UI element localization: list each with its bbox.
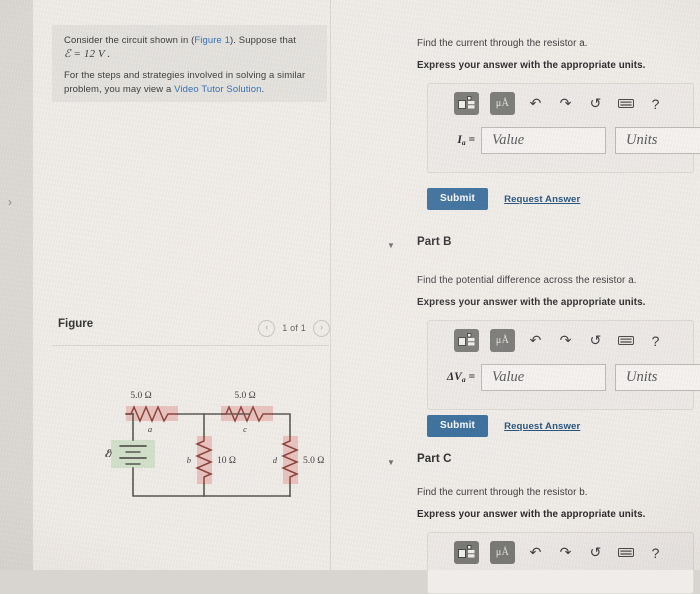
part-a-submit-row: Submit Request Answer [427,188,580,210]
keyboard-icon[interactable] [616,543,635,563]
left-column: Consider the circuit shown in (Figure 1)… [33,0,330,570]
redo-icon[interactable]: ↷ [556,94,575,114]
figure-pager-label: 1 of 1 [282,323,306,333]
help-icon[interactable]: ? [646,331,665,351]
part-b-header: Part B [417,236,451,248]
keyboard-icon[interactable] [616,94,635,114]
undo-icon[interactable]: ↶ [526,543,545,563]
part-b-request-answer-link[interactable]: Request Answer [504,421,580,432]
emf-symbol: ℰ [64,47,71,60]
part-a-question: Find the current through the resistor a. [417,38,588,49]
keyboard-icon[interactable] [616,331,635,351]
part-b-answer-label: ΔVa = [446,371,475,384]
part-a-request-answer-link[interactable]: Request Answer [504,194,580,205]
problem-text-pre: Consider the circuit shown in ( [64,35,195,46]
right-column: Find the current through the resistor a.… [331,0,700,594]
resistor-d-label: d [273,455,278,465]
undo-icon[interactable]: ↶ [526,331,545,351]
template-icon[interactable] [454,92,479,115]
part-a-toolbar: μÅ ↶ ↷ ↺ ? [454,92,665,115]
figure-pager: ‹ 1 of 1 › [258,319,330,337]
part-b-submit-row: Submit Request Answer [427,415,580,437]
template-icon[interactable] [454,541,479,564]
template-icon[interactable] [454,329,479,352]
part-b-title: Part B [417,236,452,248]
part-a-field-row: Ia = Value Units [439,127,700,154]
part-b-toolbar: μÅ ↶ ↷ ↺ ? [454,329,665,352]
part-a-submit-button[interactable]: Submit [427,188,489,210]
part-a-units-input[interactable]: Units [615,127,700,154]
redo-icon[interactable]: ↷ [556,331,575,351]
part-b-submit-button[interactable]: Submit [427,415,489,437]
part-c-header: Part C [417,453,451,465]
figure-divider [52,345,329,346]
tutor-text-post: . [261,83,265,95]
resistor-c-label: c [243,424,247,434]
part-b-units-input[interactable]: Units [615,364,700,391]
part-a-value-input[interactable]: Value [481,127,606,154]
figure-title: Figure [58,318,94,330]
undo-icon[interactable]: ↶ [526,94,545,114]
redo-icon[interactable]: ↷ [556,543,575,563]
part-c-question: Find the current through the resistor b. [417,487,588,498]
circuit-diagram: ℎ ℰ 5.0 Ω a 5.0 Ω c b 10 Ω d 5.0 Ω [104,391,324,497]
physics-homework-page: › Consider the circuit shown in (Figure … [0,0,700,594]
part-b-answer-panel: μÅ ↶ ↷ ↺ ? ΔVa = Value Units [427,320,700,410]
part-b-question: Find the potential difference across the… [417,275,637,286]
figure-header: Figure ‹ 1 of 1 › [52,318,330,344]
problem-text-post: ). Suppose that [230,35,296,46]
part-a-answer-panel: μÅ ↶ ↷ ↺ ? Ia = Value Units [427,83,700,173]
part-a-units-instruction: Express your answer with the appropriate… [417,60,646,71]
resistor-b-value: 10 Ω [217,456,236,466]
left-rail: › [0,0,33,570]
problem-statement-panel: Consider the circuit shown in (Figure 1)… [52,25,327,102]
units-micro-angstrom-icon[interactable]: μÅ [490,541,515,564]
help-icon[interactable]: ? [646,94,665,114]
resistor-d-value: 5.0 Ω [303,456,324,466]
part-b-field-row: ΔVa = Value Units [439,364,700,391]
part-b-value-input[interactable]: Value [481,364,606,391]
figure-1-link[interactable]: Figure 1 [194,35,230,46]
part-b-units-instruction: Express your answer with the appropriate… [417,297,646,308]
part-b-collapse-caret-icon[interactable]: ▼ [387,241,395,251]
figure-prev-arrow-icon[interactable]: ‹ [258,319,276,337]
part-c-answer-panel: μÅ ↶ ↷ ↺ ? [427,532,694,594]
reset-icon[interactable]: ↺ [586,543,605,563]
help-icon[interactable]: ? [646,543,665,563]
resistor-c-value: 5.0 Ω [234,391,255,401]
resistor-a-label: a [148,424,152,434]
problem-line-2: For the steps and strategies involved in… [64,69,322,96]
sidebar-collapse-handle-icon[interactable]: › [3,193,17,211]
part-c-units-instruction: Express your answer with the appropriate… [417,509,646,520]
figure-next-arrow-icon[interactable]: › [313,319,330,337]
emf-value: = 12 V . [73,47,111,60]
part-a-answer-label: Ia = [457,134,475,147]
part-c-collapse-caret-icon[interactable]: ▼ [387,458,395,468]
content-area: Consider the circuit shown in (Figure 1)… [33,0,700,594]
units-micro-angstrom-icon[interactable]: μÅ [490,92,515,115]
video-tutor-solution-link[interactable]: Video Tutor Solution [174,84,261,95]
part-c-toolbar: μÅ ↶ ↷ ↺ ? [454,541,665,564]
resistor-a-value: 5.0 Ω [130,391,151,401]
part-c-title: Part C [417,453,452,465]
reset-icon[interactable]: ↺ [586,94,605,114]
units-micro-angstrom-icon[interactable]: μÅ [490,329,515,352]
reset-icon[interactable]: ↺ [586,331,605,351]
resistor-b-label: b [187,455,191,465]
problem-line-1: Consider the circuit shown in (Figure 1)… [64,34,320,61]
